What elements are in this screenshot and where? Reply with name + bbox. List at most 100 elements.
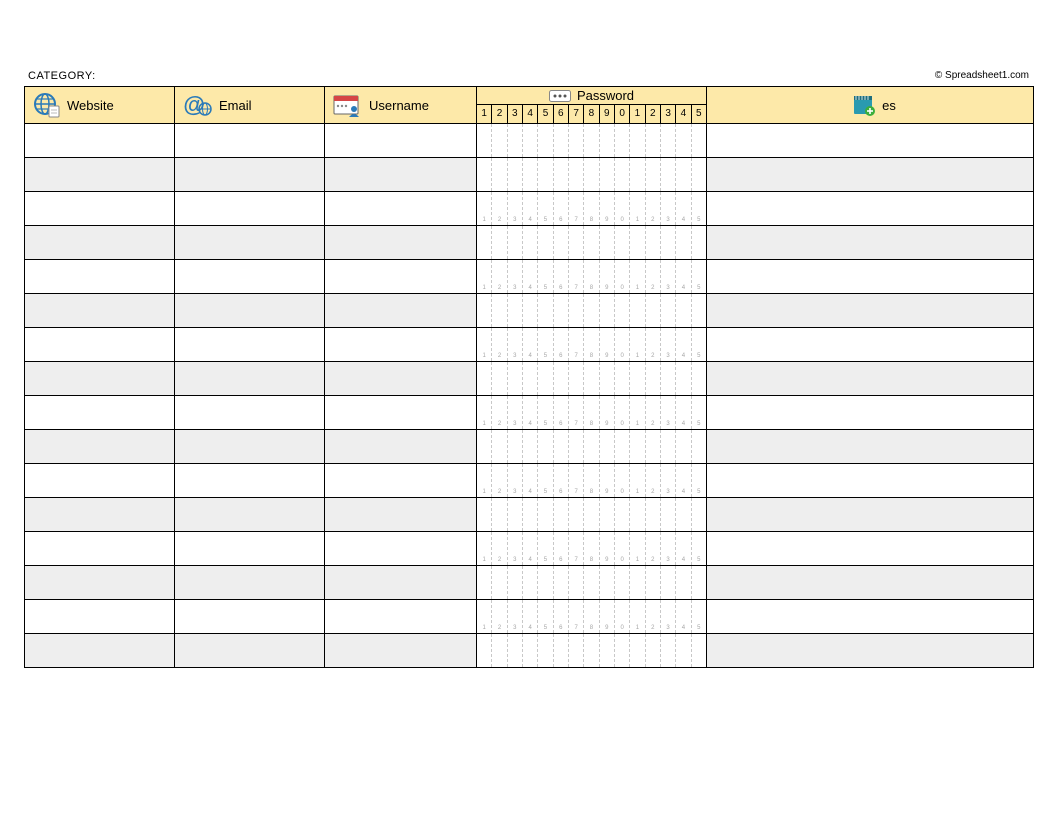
cell[interactable] [325, 158, 477, 192]
notepad-plus-icon [852, 93, 876, 117]
password-cell[interactable] [477, 260, 707, 294]
cell[interactable] [325, 362, 477, 396]
table-row [25, 566, 1034, 600]
cell[interactable] [325, 260, 477, 294]
password-cell[interactable] [477, 396, 707, 430]
cell[interactable] [25, 430, 175, 464]
cell[interactable] [175, 226, 325, 260]
password-cell[interactable] [477, 430, 707, 464]
notes-cell[interactable] [707, 430, 1034, 464]
cell[interactable] [175, 192, 325, 226]
password-cell[interactable] [477, 328, 707, 362]
cell[interactable] [25, 634, 175, 668]
password-digit: 2 [646, 105, 661, 123]
cell[interactable] [25, 600, 175, 634]
cell[interactable] [175, 362, 325, 396]
password-cell[interactable] [477, 498, 707, 532]
cell[interactable] [325, 192, 477, 226]
cell[interactable] [325, 498, 477, 532]
password-cell[interactable] [477, 600, 707, 634]
header-email-label: Email [219, 98, 252, 113]
cell[interactable] [175, 124, 325, 158]
notes-cell[interactable] [707, 532, 1034, 566]
cell[interactable] [325, 294, 477, 328]
notes-cell[interactable] [707, 192, 1034, 226]
password-cell[interactable] [477, 464, 707, 498]
password-cell[interactable] [477, 226, 707, 260]
cell[interactable] [325, 328, 477, 362]
at-globe-icon: @ [183, 93, 213, 117]
cell[interactable] [175, 260, 325, 294]
cell[interactable] [175, 396, 325, 430]
cell[interactable] [25, 260, 175, 294]
notes-cell[interactable] [707, 260, 1034, 294]
header-website: Website [25, 87, 175, 124]
cell[interactable] [25, 158, 175, 192]
cell[interactable] [25, 362, 175, 396]
password-cell[interactable] [477, 294, 707, 328]
password-digit: 5 [692, 105, 706, 123]
cell[interactable] [175, 464, 325, 498]
cell[interactable] [175, 158, 325, 192]
cell[interactable] [25, 498, 175, 532]
password-cell[interactable] [477, 362, 707, 396]
cell[interactable] [175, 566, 325, 600]
cell[interactable] [325, 124, 477, 158]
password-cell[interactable] [477, 532, 707, 566]
password-digit-header: 123456789012345 [477, 105, 706, 123]
password-cell[interactable] [477, 566, 707, 600]
header-email: @ Email [175, 87, 325, 124]
notes-cell[interactable] [707, 634, 1034, 668]
table-row [25, 634, 1034, 668]
table-body [25, 124, 1034, 668]
notes-cell[interactable] [707, 600, 1034, 634]
cell[interactable] [325, 464, 477, 498]
notes-cell[interactable] [707, 328, 1034, 362]
cell[interactable] [175, 600, 325, 634]
notes-cell[interactable] [707, 294, 1034, 328]
cell[interactable] [325, 226, 477, 260]
password-cell[interactable] [477, 634, 707, 668]
cell[interactable] [325, 532, 477, 566]
table-row [25, 396, 1034, 430]
notes-cell[interactable] [707, 226, 1034, 260]
password-digit: 8 [584, 105, 599, 123]
notes-cell[interactable] [707, 158, 1034, 192]
cell[interactable] [25, 464, 175, 498]
notes-cell[interactable] [707, 498, 1034, 532]
cell[interactable] [25, 294, 175, 328]
cell[interactable] [175, 634, 325, 668]
password-cell[interactable] [477, 158, 707, 192]
cell[interactable] [175, 498, 325, 532]
cell[interactable] [25, 532, 175, 566]
notes-cell[interactable] [707, 464, 1034, 498]
cell[interactable] [25, 566, 175, 600]
cell[interactable] [175, 430, 325, 464]
notes-cell[interactable] [707, 566, 1034, 600]
cell[interactable] [175, 532, 325, 566]
table-row [25, 532, 1034, 566]
password-digit: 6 [554, 105, 569, 123]
table-row [25, 498, 1034, 532]
notes-cell[interactable] [707, 362, 1034, 396]
cell[interactable] [325, 634, 477, 668]
cell[interactable] [175, 294, 325, 328]
cell[interactable] [25, 124, 175, 158]
header-notes: es [707, 87, 1034, 124]
password-cell[interactable] [477, 192, 707, 226]
cell[interactable] [325, 600, 477, 634]
password-cell[interactable] [477, 124, 707, 158]
password-digit: 7 [569, 105, 584, 123]
cell[interactable] [325, 430, 477, 464]
cell[interactable] [25, 396, 175, 430]
cell[interactable] [25, 328, 175, 362]
cell[interactable] [175, 328, 325, 362]
cell[interactable] [25, 226, 175, 260]
notes-cell[interactable] [707, 124, 1034, 158]
cell[interactable] [25, 192, 175, 226]
header-username: Username [325, 87, 477, 124]
cell[interactable] [325, 396, 477, 430]
header-notes-label: es [882, 98, 896, 113]
notes-cell[interactable] [707, 396, 1034, 430]
cell[interactable] [325, 566, 477, 600]
